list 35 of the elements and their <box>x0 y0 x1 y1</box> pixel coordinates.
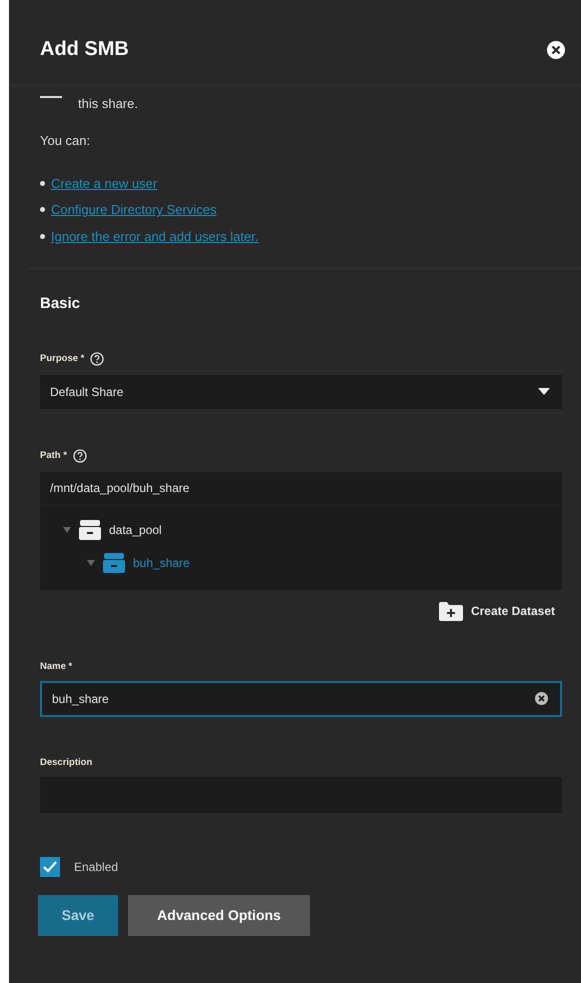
name-field[interactable]: buh_share <box>40 680 562 716</box>
message-text: this share. <box>78 96 138 111</box>
field-label: Name * <box>40 660 72 672</box>
tree-node[interactable]: data_pool <box>40 514 562 546</box>
path-value: /mnt/data_pool/buh_share <box>50 481 190 495</box>
caret-icon[interactable] <box>87 560 95 566</box>
link[interactable]: Create a new user <box>51 176 158 191</box>
select-value: Default Share <box>50 384 124 398</box>
storage-icon <box>103 553 125 573</box>
field-label: Path * <box>40 450 67 461</box>
checkbox[interactable] <box>40 856 60 876</box>
select-field[interactable]: Default Share <box>40 374 562 408</box>
field-label: Purpose * <box>40 353 84 364</box>
folder-plus-icon <box>438 602 463 620</box>
section-title: Basic <box>40 294 82 312</box>
bullet-icon <box>40 180 45 186</box>
message-text: You can: <box>40 133 92 148</box>
dialog-title: Add SMB <box>40 38 129 61</box>
checkbox-label: Enabled <box>74 860 118 874</box>
field-label: Description <box>40 756 92 768</box>
tree-node[interactable]: buh_share <box>40 546 562 580</box>
link[interactable]: Ignore the error and add users later. <box>51 228 258 244</box>
caret-icon[interactable] <box>63 527 71 533</box>
options-button[interactable]: Advanced Options <box>128 894 310 936</box>
path-explorer[interactable]: /mnt/data_pool/buh_share data_pool buh_share <box>40 472 562 590</box>
create-dataset-button[interactable]: Create Dataset <box>438 602 562 620</box>
clear-icon[interactable] <box>535 692 548 705</box>
link[interactable]: Configure Directory Services <box>51 202 216 218</box>
bullet-icon <box>40 207 45 212</box>
help-icon[interactable] <box>72 448 87 462</box>
storage-icon <box>79 520 101 540</box>
close-icon[interactable] <box>547 40 565 58</box>
caret-icon <box>538 388 550 395</box>
help-icon[interactable] <box>90 352 104 366</box>
bullet-icon <box>40 234 45 239</box>
